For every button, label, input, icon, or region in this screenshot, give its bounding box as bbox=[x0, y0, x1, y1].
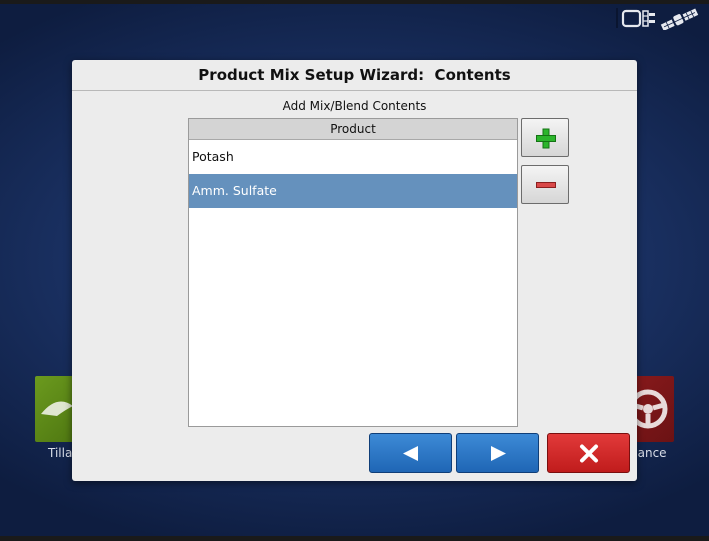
plus-icon bbox=[536, 128, 556, 149]
next-button[interactable] bbox=[456, 433, 539, 473]
product-mix-wizard-dialog: Product Mix Setup Wizard: Contents Add M… bbox=[72, 60, 637, 481]
add-product-button[interactable] bbox=[521, 118, 569, 157]
dialog-subtitle: Add Mix/Blend Contents bbox=[282, 99, 427, 113]
arrow-left-icon bbox=[403, 446, 418, 461]
arrow-right-icon bbox=[491, 446, 506, 461]
close-icon bbox=[580, 444, 598, 463]
top-status-bar bbox=[0, 0, 709, 4]
minus-icon bbox=[536, 182, 556, 188]
home-tile-tillage-label: Tilla bbox=[48, 446, 73, 460]
list-item[interactable]: Potash bbox=[189, 140, 517, 174]
title-divider bbox=[72, 90, 637, 91]
list-item-selected[interactable]: Amm. Sulfate bbox=[189, 174, 517, 208]
cancel-button[interactable] bbox=[547, 433, 630, 473]
product-list-header[interactable]: Product bbox=[189, 119, 517, 140]
status-icons bbox=[616, 6, 706, 30]
dialog-title: Product Mix Setup Wizard: Contents bbox=[198, 66, 511, 84]
product-list: Product Potash Amm. Sulfate bbox=[188, 118, 518, 427]
remove-product-button[interactable] bbox=[521, 165, 569, 204]
back-button[interactable] bbox=[369, 433, 452, 473]
gps-satellite-icon[interactable] bbox=[616, 6, 706, 30]
bottom-bar bbox=[0, 536, 709, 541]
